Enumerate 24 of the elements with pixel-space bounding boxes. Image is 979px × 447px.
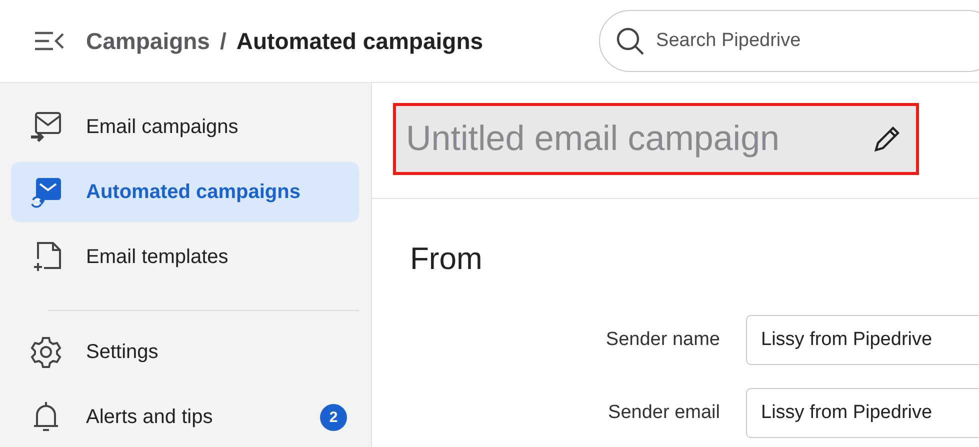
settings-icon bbox=[28, 334, 64, 370]
sidebar-label: Email campaigns bbox=[86, 116, 238, 138]
section-title: From bbox=[410, 241, 484, 277]
sidebar-label: Alerts and tips bbox=[86, 406, 213, 428]
sidebar-label: Settings bbox=[86, 340, 158, 364]
sidebar-item[interactable]: Automated campaigns bbox=[11, 162, 359, 222]
sidebar-item[interactable]: Alerts and tips 2 bbox=[11, 387, 359, 447]
breadcrumb-separator: / bbox=[220, 28, 226, 54]
input-field[interactable]: Lissy from Pipedrive bbox=[746, 315, 979, 365]
sidebar-label: Email templates bbox=[86, 246, 228, 268]
count-badge: 2 bbox=[320, 404, 347, 430]
search-icon bbox=[615, 26, 646, 56]
field-label: Sender email bbox=[607, 402, 720, 424]
sidebar-item[interactable]: Email templates bbox=[11, 227, 359, 287]
sidebar-item[interactable]: Email campaigns bbox=[11, 97, 359, 157]
input-field[interactable]: Lissy from Pipedrive bbox=[746, 388, 979, 438]
breadcrumb-item[interactable]: Campaigns bbox=[86, 28, 210, 54]
sidebar-item[interactable]: Settings bbox=[11, 322, 359, 382]
breadcrumb-item: Automated campaigns bbox=[236, 28, 484, 54]
email-send-icon bbox=[28, 109, 64, 145]
pencil-icon[interactable] bbox=[872, 124, 902, 154]
field-label: Sender name bbox=[604, 329, 720, 351]
search-field[interactable]: Search Pipedrive bbox=[599, 10, 979, 72]
sidebar-label: Automated campaigns bbox=[86, 180, 300, 204]
